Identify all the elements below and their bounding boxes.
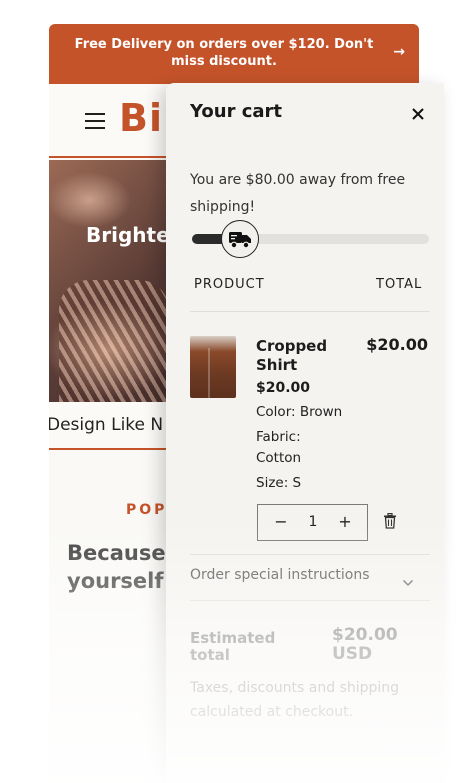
announcement-bar[interactable]: Free Delivery on orders over $120. Don't… xyxy=(49,24,419,84)
divider xyxy=(190,554,430,555)
hero-heading: Brighte xyxy=(86,223,170,247)
trash-icon[interactable] xyxy=(383,512,399,531)
truck-icon xyxy=(221,220,259,258)
line-item-total: $20.00 xyxy=(366,335,428,354)
arrow-right-icon[interactable]: → xyxy=(393,44,405,61)
column-header-total: TOTAL xyxy=(376,277,423,292)
increase-quantity-button[interactable]: + xyxy=(335,512,355,532)
store-logo[interactable]: Bi xyxy=(119,96,163,140)
section-heading: Because yourself xyxy=(67,539,166,595)
decrease-quantity-button[interactable]: − xyxy=(271,512,291,532)
product-size: Size: S xyxy=(256,475,302,491)
quantity-input[interactable]: 1 xyxy=(303,514,323,530)
announcement-text: Free Delivery on orders over $120. Don't… xyxy=(74,37,374,69)
taxes-note: Taxes, discounts and shipping calculated… xyxy=(190,680,400,720)
cart-drawer: Your cart You are $80.00 away from free … xyxy=(166,83,444,783)
quantity-stepper: − 1 + xyxy=(257,504,368,541)
product-unit-price: $20.00 xyxy=(256,380,311,396)
close-icon[interactable] xyxy=(409,105,427,123)
chevron-down-icon[interactable] xyxy=(402,572,414,587)
column-header-product: PRODUCT xyxy=(194,277,265,292)
design-banner-text: Design Like N xyxy=(49,415,164,435)
estimated-total-value: $20.00 USD xyxy=(332,625,398,664)
product-color: Color: Brown xyxy=(256,404,343,420)
section-heading-line-1: Because xyxy=(67,541,166,565)
product-fabric-label: Fabric: xyxy=(256,429,301,445)
divider xyxy=(190,311,430,312)
product-name-link[interactable]: Cropped Shirt xyxy=(256,337,346,375)
free-shipping-message: You are $80.00 away from free shipping! xyxy=(190,172,406,215)
product-thumbnail[interactable] xyxy=(190,336,236,398)
cart-title: Your cart xyxy=(190,101,283,122)
menu-icon[interactable] xyxy=(85,113,105,129)
hero-knit-texture xyxy=(59,280,169,402)
section-eyebrow: POP xyxy=(126,502,168,518)
product-fabric-value: Cotton xyxy=(256,450,302,466)
section-heading-line-2: yourself xyxy=(67,569,164,593)
divider xyxy=(190,600,430,601)
estimated-total-label: Estimated total xyxy=(190,629,276,664)
special-instructions-toggle[interactable]: Order special instructions xyxy=(190,567,430,583)
